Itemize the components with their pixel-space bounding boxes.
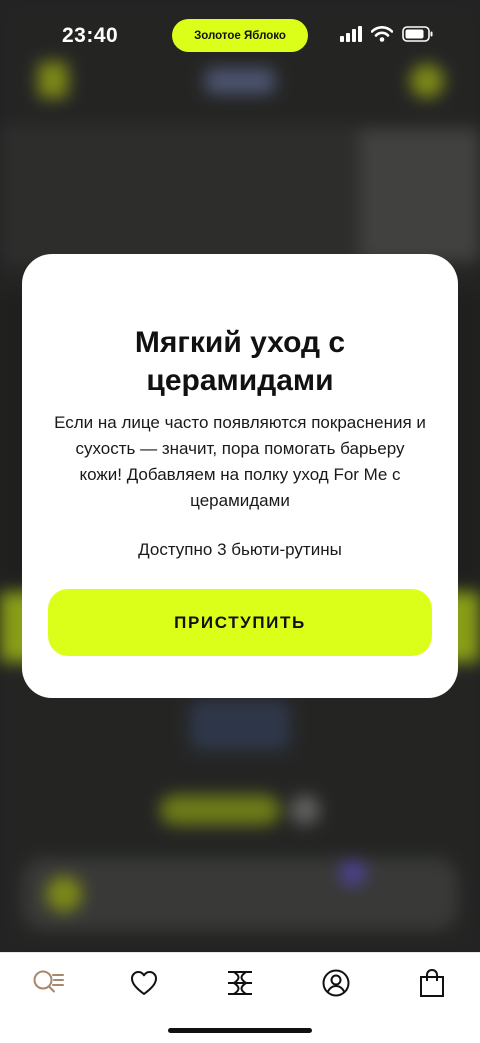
modal-title: Мягкий уход с церамидами bbox=[134, 326, 346, 397]
home-indicator bbox=[168, 1028, 312, 1033]
brand-logo-icon bbox=[228, 971, 252, 995]
heart-icon bbox=[131, 971, 157, 995]
golden-apple-pill[interactable]: Золотое Яблоко bbox=[172, 19, 308, 52]
battery-icon bbox=[402, 26, 433, 42]
availability-text: Доступно 3 бьюти-рутины bbox=[138, 540, 342, 559]
tab-brand[interactable] bbox=[220, 963, 260, 1003]
shopping-bag-icon bbox=[420, 968, 444, 997]
wifi-icon bbox=[371, 26, 393, 42]
start-button[interactable]: ПРИСТУПИТЬ bbox=[48, 589, 432, 656]
tab-cart[interactable] bbox=[412, 963, 452, 1003]
modal-description: Если на лице часто появляются покраснени… bbox=[54, 413, 426, 510]
status-icons bbox=[340, 26, 434, 42]
cellular-signal-icon bbox=[340, 26, 362, 42]
tab-search[interactable] bbox=[28, 963, 68, 1003]
search-menu-icon bbox=[33, 970, 64, 993]
profile-icon bbox=[322, 969, 350, 997]
tab-favorites[interactable] bbox=[124, 963, 164, 1003]
tab-profile[interactable] bbox=[316, 963, 356, 1003]
routine-modal: Мягкий уход с церамидами Если на лице ча… bbox=[22, 254, 458, 698]
status-bar: 23:40 Золотое Яблоко bbox=[0, 0, 480, 70]
status-time: 23:40 bbox=[62, 24, 119, 47]
